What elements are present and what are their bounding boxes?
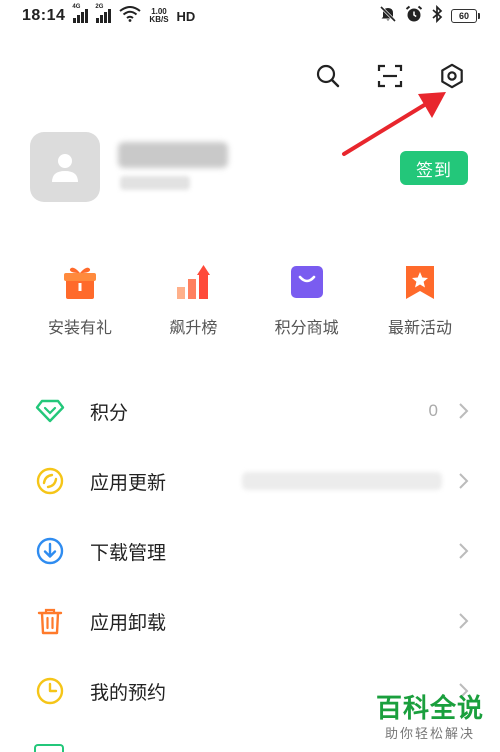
download-icon xyxy=(34,535,66,567)
menu-item-app-updates[interactable]: 应用更新 xyxy=(0,446,500,516)
quick-entries: 安装有礼 飙升榜 积分商城 最新活动 xyxy=(30,262,470,338)
top-actions xyxy=(314,62,466,90)
chevron-right-icon xyxy=(459,543,469,559)
refresh-icon xyxy=(34,465,66,497)
star-ribbon-icon xyxy=(400,262,440,302)
menu-item-points[interactable]: 积分 0 xyxy=(0,376,500,446)
rising-chart-icon xyxy=(173,262,213,302)
menu-item-download-manager[interactable]: 下载管理 xyxy=(0,516,500,586)
diamond-icon xyxy=(34,395,66,427)
mute-icon xyxy=(379,5,397,26)
signal-2g-icon: 2G xyxy=(95,4,112,23)
chevron-right-icon xyxy=(459,613,469,629)
chevron-right-icon xyxy=(459,473,469,489)
signal-4g-icon: 4G xyxy=(72,4,89,23)
wifi-icon xyxy=(119,6,142,26)
scan-icon[interactable] xyxy=(376,62,404,90)
gift-icon xyxy=(60,262,100,302)
points-value: 0 xyxy=(428,401,438,420)
watermark: 百科全说 助你轻松解决 xyxy=(375,693,484,741)
quick-item-latest-events[interactable]: 最新活动 xyxy=(370,262,470,338)
hd-indicator: HD xyxy=(176,8,196,24)
quick-item-rising-chart[interactable]: 飙升榜 xyxy=(143,262,243,338)
chevron-right-icon xyxy=(459,403,469,419)
menu-list: 积分 0 应用更新 下载管理 应用卸载 我的预约 xyxy=(0,376,500,726)
network-speed: 1.00 KB/S xyxy=(149,7,169,24)
clock-icon xyxy=(34,675,66,707)
status-time: 18:14 xyxy=(22,7,66,24)
profile-card: 签到 xyxy=(30,132,470,204)
quick-item-install-gift[interactable]: 安装有礼 xyxy=(30,262,130,338)
menu-item-app-uninstall[interactable]: 应用卸载 xyxy=(0,586,500,656)
username-blurred xyxy=(118,142,228,168)
status-bar: 18:14 4G 2G 1.00 KB/S HD 60 xyxy=(0,0,500,32)
bluetooth-icon xyxy=(431,4,443,27)
sign-in-button[interactable]: 签到 xyxy=(400,151,468,185)
quick-item-points-mall[interactable]: 积分商城 xyxy=(257,262,357,338)
trash-icon xyxy=(34,605,66,637)
search-icon[interactable] xyxy=(314,62,342,90)
alarm-icon xyxy=(405,5,423,27)
settings-icon[interactable] xyxy=(438,62,466,90)
user-subtitle-blurred xyxy=(120,176,190,190)
user-icon xyxy=(52,154,78,182)
update-info-blurred xyxy=(242,472,442,490)
battery-icon: 60 xyxy=(451,9,480,23)
avatar[interactable] xyxy=(30,132,100,202)
shopping-bag-icon xyxy=(287,262,327,302)
next-menu-icon-partial xyxy=(34,744,64,752)
